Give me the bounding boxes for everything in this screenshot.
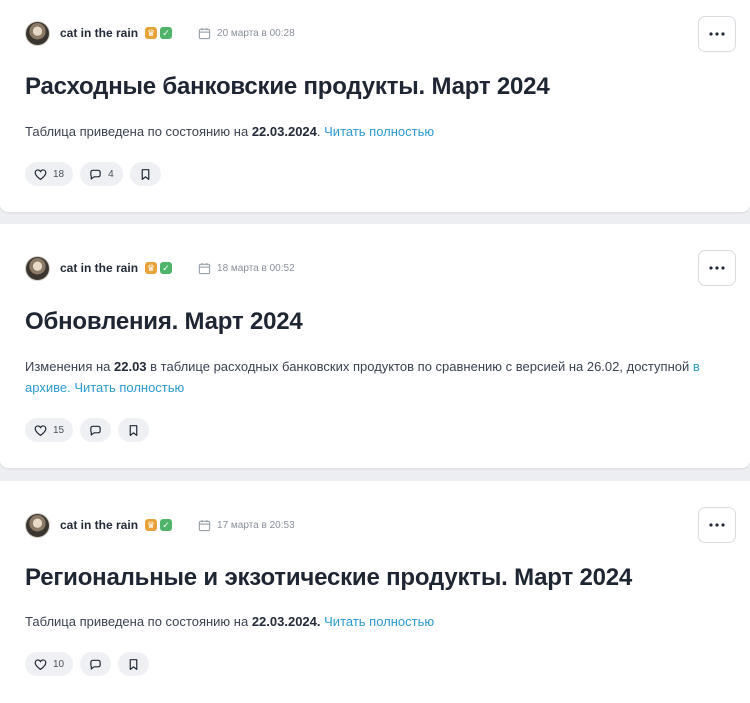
more-dots-icon xyxy=(709,266,725,270)
bookmark-icon xyxy=(129,658,138,670)
excerpt-text: Изменения на xyxy=(25,359,114,374)
excerpt-text: в таблице расходных банковских продуктов… xyxy=(146,359,693,374)
bookmark-button[interactable] xyxy=(118,418,150,442)
read-more-link[interactable]: Читать полностью xyxy=(74,380,184,395)
check-icon: ✓ xyxy=(160,27,173,39)
comment-icon xyxy=(90,659,101,670)
post-title[interactable]: Расходные банковские продукты. Март 2024 xyxy=(25,73,550,101)
read-more-link[interactable]: Читать полностью xyxy=(324,124,434,139)
comment-icon xyxy=(90,169,101,180)
bookmark-icon xyxy=(141,168,150,180)
comment-icon xyxy=(90,425,101,436)
post-card: cat in the rain ♛ ✓ 20 марта в 00:28 Рас… xyxy=(0,0,750,212)
crown-icon: ♛ xyxy=(145,519,158,531)
comments-button[interactable] xyxy=(80,418,112,442)
author-name[interactable]: cat in the rain xyxy=(60,261,138,275)
avatar[interactable] xyxy=(25,255,50,281)
post-date-text: 17 марта в 20:53 xyxy=(217,519,295,531)
post-date: 20 марта в 00:28 xyxy=(198,27,295,40)
post-meta: cat in the rain ♛ ✓ 20 марта в 00:28 xyxy=(25,20,295,46)
avatar[interactable] xyxy=(25,512,50,538)
post-actions: 10 xyxy=(25,652,150,676)
post-actions: 15 xyxy=(25,418,150,442)
avatar[interactable] xyxy=(25,20,50,46)
post-title[interactable]: Региональные и экзотические продукты. Ма… xyxy=(25,564,632,592)
post-date: 18 марта в 00:52 xyxy=(198,262,295,275)
crown-icon: ♛ xyxy=(145,262,158,274)
more-options-button[interactable] xyxy=(698,16,736,52)
author-name[interactable]: cat in the rain xyxy=(60,518,138,532)
post-actions: 18 4 xyxy=(25,162,161,186)
like-count: 10 xyxy=(53,658,65,670)
excerpt-date: 22.03.2024. xyxy=(251,614,321,629)
read-more-link[interactable]: Читать полностью xyxy=(324,614,434,629)
post-meta: cat in the rain ♛ ✓ 17 марта в 20:53 xyxy=(25,512,295,538)
bookmark-button[interactable] xyxy=(118,652,150,676)
excerpt-text: Таблица приведена по состоянию на xyxy=(25,614,252,629)
heart-icon xyxy=(34,168,47,180)
post-excerpt: Таблица приведена по состоянию на 22.03.… xyxy=(25,121,705,142)
more-dots-icon xyxy=(709,32,725,36)
post-meta: cat in the rain ♛ ✓ 18 марта в 00:52 xyxy=(25,255,295,281)
bookmark-icon xyxy=(129,424,138,436)
post-excerpt: Таблица приведена по состоянию на 22.03.… xyxy=(25,611,705,632)
check-icon: ✓ xyxy=(160,519,173,531)
post-excerpt: Изменения на 22.03 в таблице расходных б… xyxy=(25,356,705,398)
more-options-button[interactable] xyxy=(698,250,736,286)
calendar-icon xyxy=(198,519,211,531)
like-count: 18 xyxy=(53,168,65,180)
more-dots-icon xyxy=(709,523,725,527)
like-button[interactable]: 18 xyxy=(25,162,74,186)
excerpt-date: 22.03.2024 xyxy=(251,124,317,139)
post-title[interactable]: Обновления. Март 2024 xyxy=(25,308,303,336)
comments-button[interactable] xyxy=(80,652,112,676)
post-card: cat in the rain ♛ ✓ 17 марта в 20:53 Рег… xyxy=(0,481,750,703)
like-count: 15 xyxy=(53,424,65,436)
more-options-button[interactable] xyxy=(698,507,736,543)
like-button[interactable]: 15 xyxy=(25,418,74,442)
check-icon: ✓ xyxy=(160,262,173,274)
post-date-text: 20 марта в 00:28 xyxy=(217,27,295,39)
excerpt-date: 22.03 xyxy=(114,359,147,374)
post-feed: cat in the rain ♛ ✓ 20 марта в 00:28 Рас… xyxy=(0,0,750,703)
post-date: 17 марта в 20:53 xyxy=(198,519,295,532)
crown-icon: ♛ xyxy=(145,27,158,39)
post-card: cat in the rain ♛ ✓ 18 марта в 00:52 Обн… xyxy=(0,224,750,468)
comment-count: 4 xyxy=(108,168,114,180)
heart-icon xyxy=(34,424,47,436)
comments-button[interactable]: 4 xyxy=(80,162,123,186)
bookmark-button[interactable] xyxy=(129,162,161,186)
post-date-text: 18 марта в 00:52 xyxy=(217,262,295,274)
excerpt-text: Таблица приведена по состоянию на xyxy=(25,124,252,139)
author-name[interactable]: cat in the rain xyxy=(60,26,138,40)
like-button[interactable]: 10 xyxy=(25,652,74,676)
calendar-icon xyxy=(198,262,211,274)
heart-icon xyxy=(34,658,47,670)
calendar-icon xyxy=(198,27,211,39)
